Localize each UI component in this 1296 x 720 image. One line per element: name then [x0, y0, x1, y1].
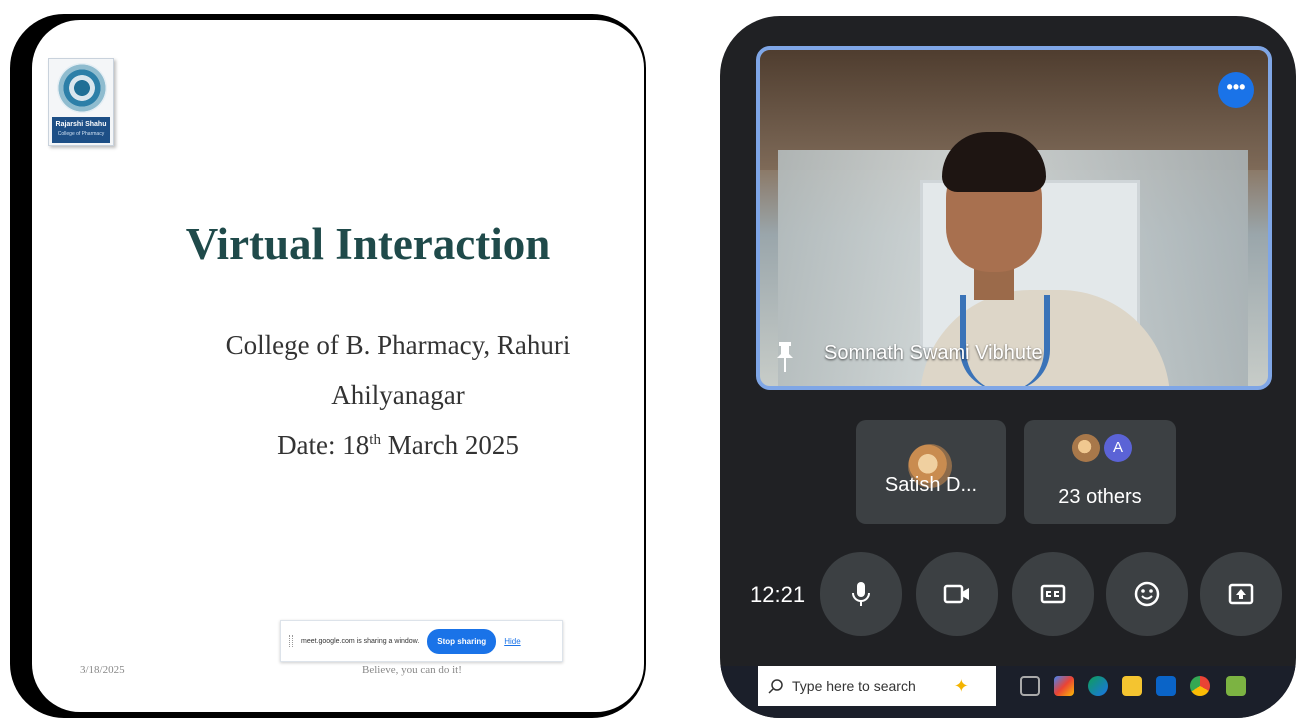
slide-date-line: Date: 18th March 2025 [32, 430, 644, 461]
participant-name: Satish D... [884, 474, 978, 496]
search-icon [768, 679, 783, 694]
slide-title: Virtual Interaction [185, 219, 551, 269]
college-logo: Rajarshi Shahu College of Pharmacy [48, 58, 114, 146]
date-prefix: Date: 18 [277, 430, 370, 460]
participant-tile-others[interactable]: A 23 others [1024, 420, 1176, 524]
shared-slide-panel: Rajarshi Shahu College of Pharmacy Virtu… [10, 14, 646, 718]
logo-text: Rajarshi Shahu [55, 121, 107, 128]
copilot-icon[interactable] [1054, 676, 1074, 696]
meet-window: ••• Somnath Swami Vibhute Satish D... A … [720, 16, 1296, 718]
taskbar-search[interactable]: Type here to search ✦ [758, 666, 996, 706]
search-placeholder: Type here to search [792, 678, 916, 694]
emoji-button[interactable] [1106, 552, 1188, 636]
outlook-icon[interactable] [1156, 676, 1176, 696]
logo-emblem-icon [57, 63, 107, 113]
windows-taskbar: Type here to search ✦ [720, 666, 1296, 718]
search-highlight-icon: ✦ [953, 675, 969, 696]
camera-icon [943, 584, 969, 604]
pin-icon[interactable] [774, 340, 796, 374]
chrome-icon[interactable] [1190, 676, 1210, 696]
others-count: 23 others [1058, 486, 1142, 508]
captions-icon [1040, 584, 1066, 604]
drag-handle-icon[interactable] [289, 635, 293, 647]
avatar [1072, 434, 1100, 462]
date-suffix: March 2025 [380, 430, 519, 460]
hide-link[interactable]: Hide [504, 637, 520, 646]
present-screen-button[interactable] [1200, 552, 1282, 636]
main-video-tile[interactable]: ••• Somnath Swami Vibhute [756, 46, 1272, 390]
edge-icon[interactable] [1088, 676, 1108, 696]
camera-button[interactable] [916, 552, 998, 636]
task-view-icon[interactable] [1020, 676, 1040, 696]
share-message: meet.google.com is sharing a window. [301, 637, 420, 645]
file-explorer-icon[interactable] [1122, 676, 1142, 696]
app-icon[interactable] [1226, 676, 1246, 696]
participant-tile-satish[interactable]: Satish D... [856, 420, 1006, 524]
microphone-button[interactable] [820, 552, 902, 636]
captions-button[interactable] [1012, 552, 1094, 636]
meeting-clock: 12:21 [750, 582, 806, 607]
emoji-icon [1134, 581, 1160, 607]
date-superscript: th [369, 432, 381, 448]
present-icon [1228, 583, 1254, 605]
presentation-slide: Rajarshi Shahu College of Pharmacy Virtu… [32, 20, 644, 712]
screen-share-bar: meet.google.com is sharing a window. Sto… [280, 620, 563, 662]
slide-footer-text: Believe, you can do it! [362, 664, 462, 676]
speaker-name-label: Somnath Swami Vibhute [824, 342, 1043, 364]
slide-college: College of B. Pharmacy, Rahuri [225, 330, 571, 360]
avatar-letter: A [1104, 434, 1132, 462]
logo-band: Rajarshi Shahu College of Pharmacy [52, 117, 110, 143]
more-options-button[interactable]: ••• [1218, 72, 1254, 108]
logo-subtext: College of Pharmacy [57, 131, 105, 137]
slide-footer-date: 3/18/2025 [80, 664, 125, 676]
stop-sharing-button[interactable]: Stop sharing [427, 628, 497, 654]
microphone-icon [852, 582, 870, 606]
slide-city: Ahilyanagar [331, 380, 465, 410]
